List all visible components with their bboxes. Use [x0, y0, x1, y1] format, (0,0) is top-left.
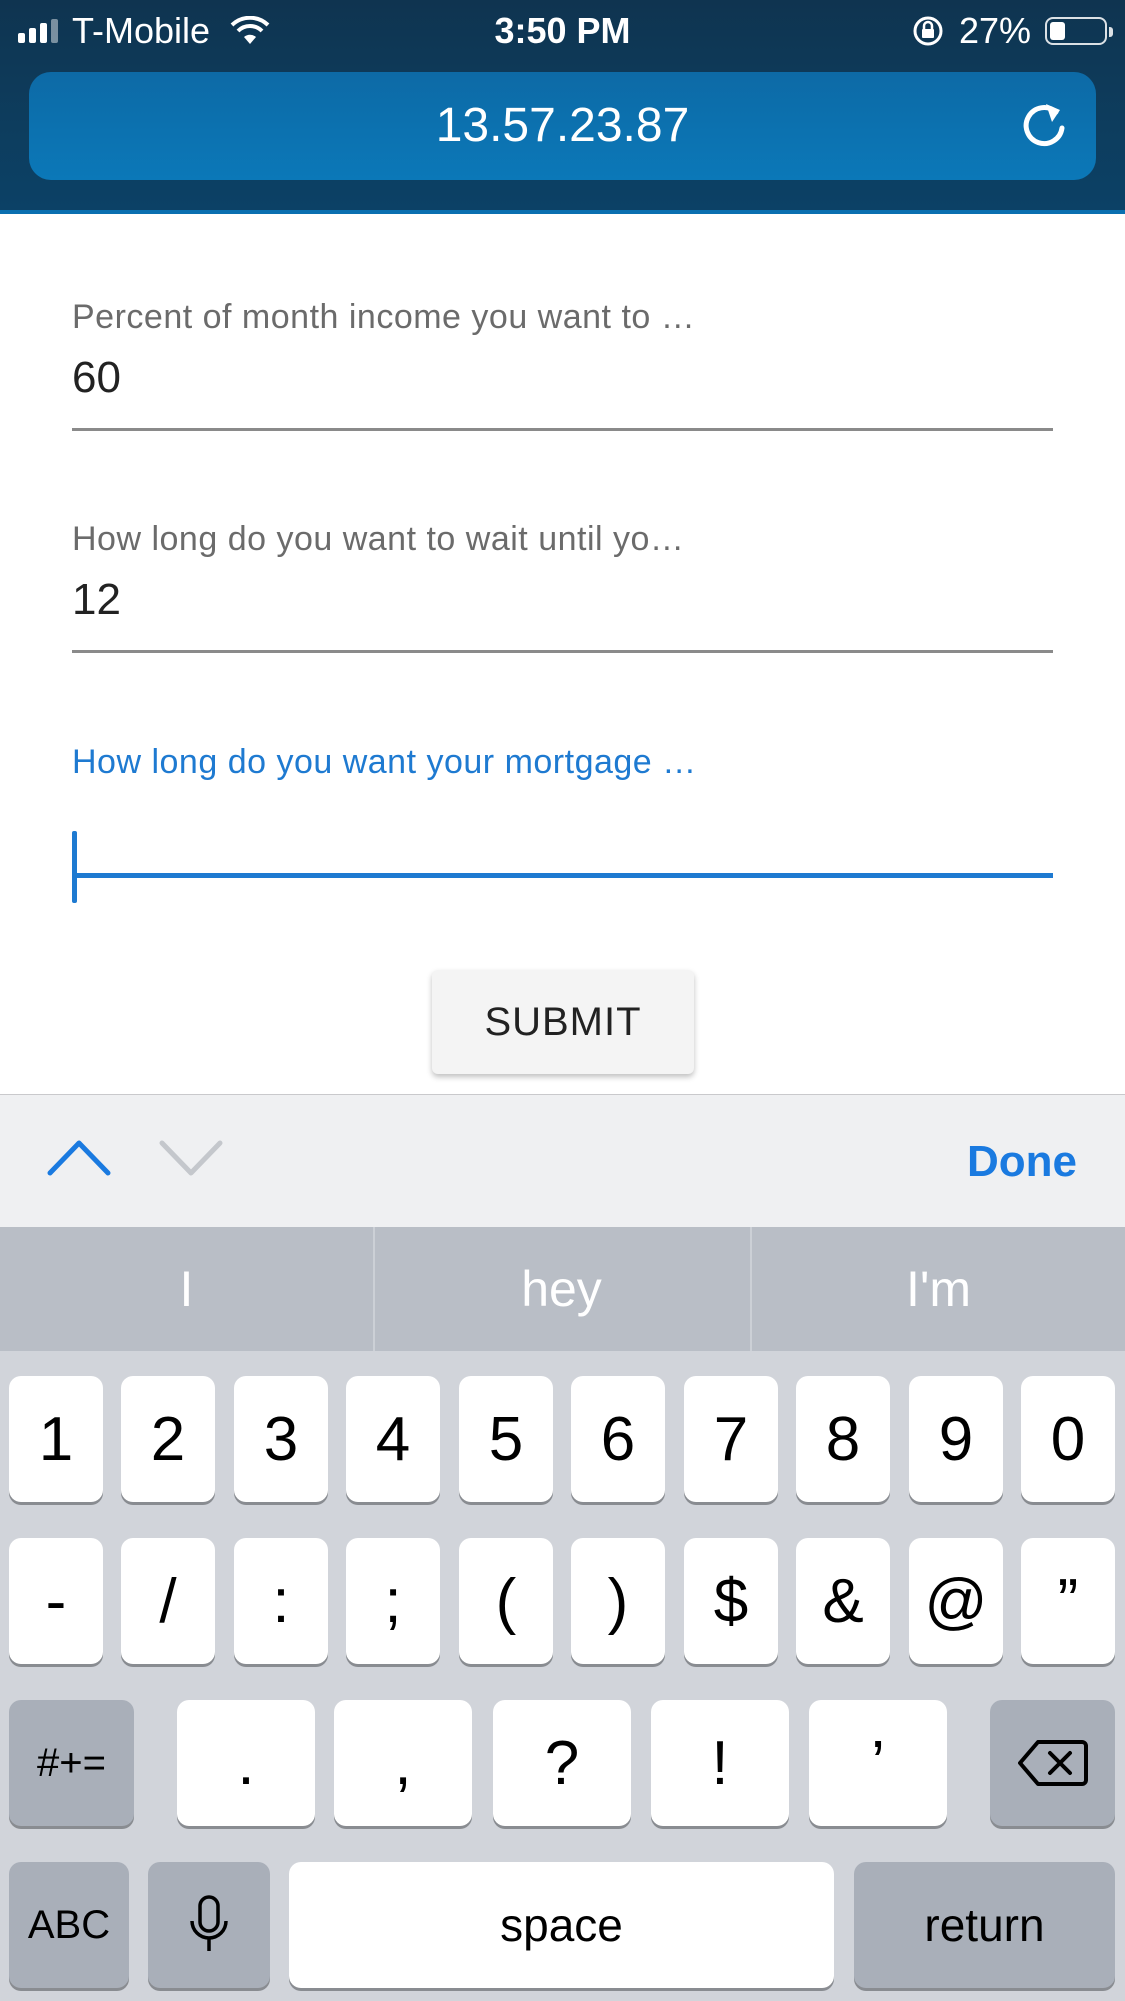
key-4[interactable]: 4: [346, 1376, 440, 1502]
orientation-lock-icon: [913, 16, 943, 46]
key-more-symbols[interactable]: #+=: [9, 1700, 134, 1826]
field-underline: [72, 650, 1053, 653]
key-1[interactable]: 1: [9, 1376, 103, 1502]
income-percent-label: Percent of month income you want to …: [72, 298, 696, 336]
income-percent-input[interactable]: 60: [72, 353, 1053, 409]
key-comma[interactable]: ,: [334, 1700, 472, 1826]
key-8[interactable]: 8: [796, 1376, 890, 1502]
key-7[interactable]: 7: [684, 1376, 778, 1502]
previous-field-chevron-up-icon[interactable]: [46, 1135, 112, 1179]
key-0[interactable]: 0: [1021, 1376, 1115, 1502]
url-text[interactable]: 13.57.23.87: [29, 98, 1096, 153]
space-key[interactable]: space: [289, 1862, 834, 1988]
key-close-paren[interactable]: ): [571, 1538, 665, 1664]
abc-key[interactable]: ABC: [9, 1862, 129, 1988]
return-key[interactable]: return: [854, 1862, 1115, 1988]
key-question[interactable]: ?: [493, 1700, 631, 1826]
key-colon[interactable]: :: [234, 1538, 328, 1664]
suggestion-3[interactable]: I'm: [752, 1227, 1125, 1351]
text-cursor: [72, 831, 77, 903]
browser-chrome: T-Mobile 3:50 PM 27% 13.57.23.87: [0, 0, 1125, 210]
key-quote[interactable]: ”: [1021, 1538, 1115, 1664]
wait-time-label: How long do you want to wait until yo…: [72, 520, 685, 558]
backspace-key[interactable]: [990, 1700, 1115, 1826]
status-bar: T-Mobile 3:50 PM 27%: [0, 0, 1125, 62]
wait-time-field[interactable]: How long do you want to wait until yo… 1…: [72, 520, 1053, 653]
key-slash[interactable]: /: [121, 1538, 215, 1664]
field-underline-active: [72, 873, 1053, 878]
suggestion-1[interactable]: I: [0, 1227, 373, 1351]
done-button[interactable]: Done: [967, 1137, 1077, 1187]
key-3[interactable]: 3: [234, 1376, 328, 1502]
submit-button[interactable]: SUBMIT: [432, 970, 694, 1074]
wait-time-input[interactable]: 12: [72, 575, 1053, 631]
key-period[interactable]: .: [177, 1700, 315, 1826]
suggestion-2[interactable]: hey: [375, 1227, 748, 1351]
mortgage-length-label: How long do you want your mortgage …: [72, 743, 697, 781]
key-6[interactable]: 6: [571, 1376, 665, 1502]
key-exclamation[interactable]: !: [651, 1700, 789, 1826]
key-9[interactable]: 9: [909, 1376, 1003, 1502]
dictation-key[interactable]: [148, 1862, 270, 1988]
key-ampersand[interactable]: &: [796, 1538, 890, 1664]
mortgage-length-input[interactable]: [72, 798, 1053, 854]
battery-percent: 27%: [958, 10, 1031, 51]
reload-icon[interactable]: [1016, 98, 1072, 154]
battery-icon: [1045, 17, 1113, 45]
key-dollar[interactable]: $: [684, 1538, 778, 1664]
backspace-icon: [1017, 1740, 1088, 1786]
predictive-bar: I hey I'm: [0, 1227, 1125, 1351]
field-underline: [72, 428, 1053, 431]
key-semicolon[interactable]: ;: [346, 1538, 440, 1664]
keyboard-accessory-bar: Done: [0, 1094, 1125, 1227]
key-at[interactable]: @: [909, 1538, 1003, 1664]
next-field-chevron-down-icon[interactable]: [158, 1135, 224, 1179]
key-hyphen[interactable]: -: [9, 1538, 103, 1664]
keyboard: I hey I'm 1 2 3 4 5 6 7 8 9 0 - / : ; ( …: [0, 1227, 1125, 2001]
key-2[interactable]: 2: [121, 1376, 215, 1502]
address-bar[interactable]: 13.57.23.87: [29, 72, 1096, 180]
microphone-icon: [190, 1895, 228, 1951]
key-open-paren[interactable]: (: [459, 1538, 553, 1664]
income-percent-field[interactable]: Percent of month income you want to … 60: [72, 298, 1053, 431]
mortgage-length-field[interactable]: How long do you want your mortgage …: [72, 743, 1053, 903]
key-5[interactable]: 5: [459, 1376, 553, 1502]
key-apostrophe[interactable]: ’: [809, 1700, 947, 1826]
